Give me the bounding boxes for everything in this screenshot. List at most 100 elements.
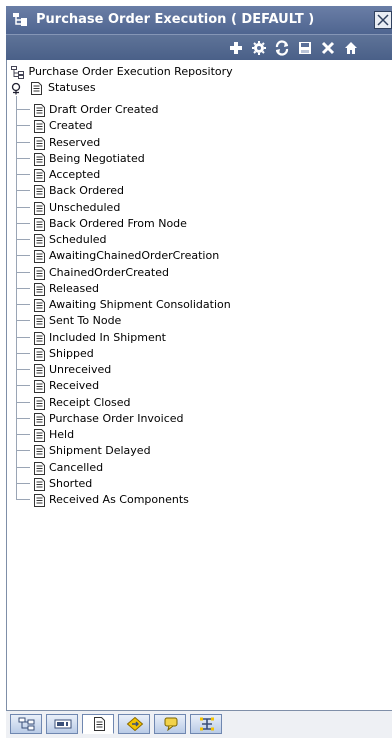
document-icon: [30, 82, 42, 100]
tree-branch-line: [16, 304, 30, 305]
tree-status-label: Unscheduled: [49, 200, 121, 214]
tab-tree[interactable]: [10, 714, 42, 734]
tree-branch-line: [16, 287, 30, 289]
tree-root-node[interactable]: Purchase Order Execution Repository: [11, 64, 233, 80]
tree-status-item[interactable]: Released: [34, 281, 99, 297]
tab-properties[interactable]: [46, 714, 78, 734]
diamond-icon: [126, 717, 144, 731]
tree-status-item[interactable]: Included In Shipment: [34, 330, 166, 346]
tree-status-item[interactable]: Held: [34, 427, 74, 443]
tree-branch-line: [16, 417, 30, 419]
toolbar: [6, 34, 392, 60]
tree-branch-line: [16, 271, 30, 273]
tree-status-item[interactable]: Being Negotiated: [34, 151, 145, 167]
tree-branch-line: [16, 222, 30, 224]
tree-status-item[interactable]: Scheduled: [34, 232, 107, 248]
tree-branch-line: [16, 499, 30, 500]
gear-icon[interactable]: [251, 40, 267, 56]
tree-status-item[interactable]: Shipment Delayed: [34, 443, 151, 459]
tree-branch-line: [16, 109, 30, 110]
tree-status-label: Back Ordered From Node: [49, 216, 187, 230]
tree-status-label: Reserved: [49, 135, 101, 149]
repository-tree[interactable]: Purchase Order Execution Repository Stat…: [7, 62, 391, 708]
expand-node-icon[interactable]: [11, 82, 23, 100]
tree-status-label: Shipped: [49, 346, 94, 360]
tree-status-label: Created: [49, 119, 93, 133]
tree-status-item[interactable]: Received: [34, 378, 99, 394]
window-title: Purchase Order Execution ( DEFAULT ): [36, 12, 315, 27]
tree-folder-statuses[interactable]: Statuses: [11, 80, 96, 96]
tree-branch-line: [16, 369, 30, 370]
tree-status-label: Shipment Delayed: [49, 444, 151, 458]
tree-status-label: Accepted: [49, 168, 101, 181]
tree-status-item[interactable]: Awaiting Shipment Consolidation: [34, 297, 231, 313]
tree-status-item[interactable]: Unscheduled: [34, 200, 120, 216]
window-titlebar: Purchase Order Execution ( DEFAULT ): [6, 6, 392, 34]
tree-status-label: AwaitingChainedOrderCreation: [49, 249, 220, 263]
tree-status-label: Receipt Closed: [49, 395, 131, 409]
tree-status-item[interactable]: Reserved: [34, 135, 100, 151]
tree-branch-line: [16, 255, 30, 257]
tree-status-label: Received As Components: [49, 493, 189, 506]
tree-branch-line: [16, 450, 30, 452]
tree-branch-line: [16, 352, 30, 354]
document-icon: [34, 494, 45, 512]
tree-status-item[interactable]: Cancelled: [34, 460, 103, 476]
tree-status-item[interactable]: Purchase Order Invoiced: [34, 411, 184, 427]
tree-status-item[interactable]: Unreceived: [34, 362, 111, 378]
plus-icon[interactable]: [228, 40, 244, 56]
document-icon: [94, 717, 105, 731]
tree-icon: [18, 717, 35, 731]
tree-status-item[interactable]: Receipt Closed: [34, 395, 131, 411]
tree-status-item[interactable]: Shipped: [34, 346, 94, 362]
tree-branch-line: [16, 174, 30, 175]
tree-status-item[interactable]: AwaitingChainedOrderCreation: [34, 248, 219, 264]
bell-icon: [164, 717, 178, 731]
tree-status-item[interactable]: Shorted: [34, 476, 92, 492]
tree-branch-line: [16, 206, 30, 208]
tree-status-label: Released: [49, 281, 99, 295]
tree-root-label: Purchase Order Execution Repository: [28, 65, 233, 78]
tree-status-item[interactable]: Back Ordered: [34, 183, 124, 199]
home-icon[interactable]: [343, 40, 359, 56]
tree-status-label: Draft Order Created: [49, 103, 159, 116]
tree-status-item[interactable]: Created: [34, 118, 93, 134]
tree-branch-line: [16, 466, 30, 468]
tree-branch-line: [16, 320, 30, 322]
tree-branch-line: [16, 482, 30, 484]
tree-status-label: Shorted: [49, 476, 93, 490]
tree-status-item[interactable]: Back Ordered From Node: [34, 216, 187, 232]
tab-documents[interactable]: [82, 714, 114, 734]
tree-branch-line: [16, 336, 30, 338]
tree-branch-line: [16, 125, 30, 127]
save-icon[interactable]: [297, 40, 313, 56]
close-icon[interactable]: [374, 11, 392, 29]
tree-status-label: Received: [49, 379, 100, 393]
tree-status-item[interactable]: Draft Order Created: [34, 102, 159, 118]
tree-branch-line: [16, 401, 30, 403]
tree-status-item[interactable]: Sent To Node: [34, 313, 121, 329]
tree-connector-line: [16, 96, 17, 500]
refresh-icon[interactable]: [274, 40, 290, 56]
tree-status-label: Sent To Node: [49, 314, 122, 328]
tree-branch-line: [16, 141, 30, 143]
tree-status-label: Back Ordered: [49, 184, 124, 198]
tree-status-label: Purchase Order Invoiced: [49, 411, 184, 425]
tree-view-icon: [12, 12, 28, 31]
tree-status-item[interactable]: ChainedOrderCreated: [34, 265, 169, 281]
tree-status-item[interactable]: Accepted: [34, 167, 100, 183]
tree-status-label: ChainedOrderCreated: [49, 265, 169, 279]
tree-status-label: Cancelled: [49, 460, 104, 474]
tab-alerts[interactable]: [154, 714, 186, 734]
tree-status-label: Unreceived: [49, 363, 112, 376]
tab-rules[interactable]: [118, 714, 150, 734]
tree-status-label: Scheduled: [49, 233, 107, 246]
tab-network[interactable]: [190, 714, 222, 734]
tree-status-label: Included In Shipment: [49, 330, 166, 344]
tree-branch-line: [16, 157, 30, 159]
tree-status-item[interactable]: Received As Components: [34, 492, 189, 508]
tree-branch-line: [16, 385, 30, 387]
x-icon[interactable]: [320, 40, 336, 56]
network-icon: [200, 717, 214, 731]
tree-branch-line: [16, 190, 30, 192]
